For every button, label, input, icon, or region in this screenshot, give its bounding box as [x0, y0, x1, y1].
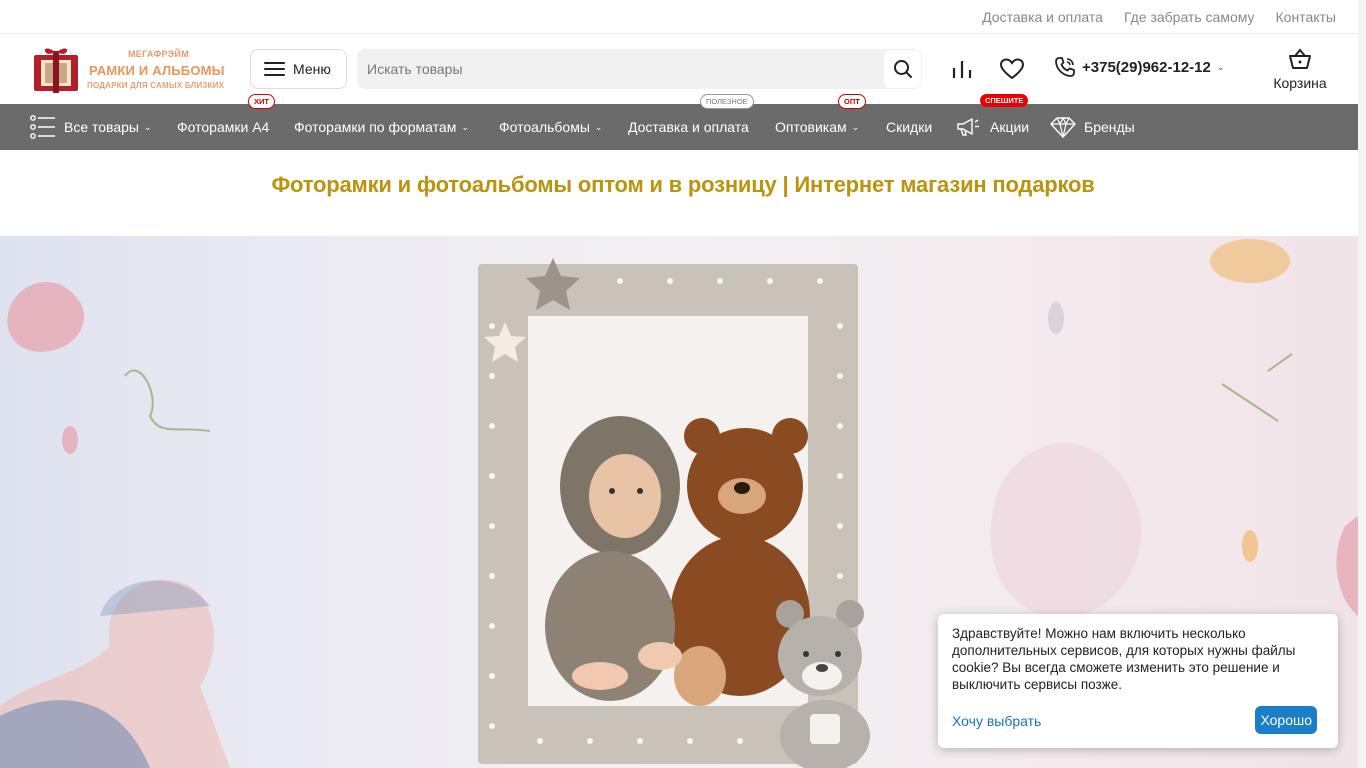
search-bar: [357, 49, 922, 89]
list-icon: [30, 115, 55, 139]
nav-discounts[interactable]: Скидки: [886, 104, 932, 150]
heart-icon: [1000, 58, 1024, 80]
main-nav: Все товары ⌄ ХИТ Фоторамки А4 Фоторамки …: [0, 94, 1366, 150]
chevron-down-icon: ⌄: [594, 121, 603, 132]
cookie-accept-button[interactable]: Хорошо: [1255, 706, 1317, 734]
useful-badge: ПОЛЕЗНОЕ: [700, 94, 754, 109]
chevron-down-icon: ⌄: [1216, 61, 1225, 72]
menu-button-label: Меню: [293, 61, 331, 77]
nav-label: Акции: [990, 119, 1030, 135]
site-header: МЕГАФРЭЙМ РАМКИ И АЛЬБОМЫ ПОДАРКИ ДЛЯ СА…: [0, 34, 1366, 104]
gift-frame-logo-icon: [34, 48, 78, 93]
megaphone-icon: [957, 118, 979, 136]
nav-promotions[interactable]: СПЕШИТЕ Акции: [956, 94, 1030, 150]
chevron-down-icon: ⌄: [143, 121, 152, 132]
nav-label: Скидки: [886, 119, 933, 135]
nav-photo-albums[interactable]: Фотоальбомы ⌄: [499, 104, 602, 150]
chevron-down-icon: ⌄: [851, 121, 860, 132]
nav-label: Фоторамки А4: [177, 119, 270, 135]
diamond-icon: [1050, 116, 1076, 138]
top-links-bar: Доставка и оплата Где забрать самому Кон…: [0, 0, 1366, 34]
nav-brands[interactable]: Бренды: [1050, 104, 1135, 150]
search-input[interactable]: [357, 49, 867, 89]
logo-title: РАМКИ И АЛЬБОМЫ: [89, 63, 225, 78]
page-heading-area: Фоторамки и фотоальбомы оптом и в розниц…: [0, 150, 1366, 236]
search-icon: [893, 60, 912, 78]
wholesale-badge: ОПТ: [838, 94, 866, 109]
nav-frames-by-format[interactable]: Фоторамки по форматам ⌄: [294, 104, 469, 150]
search-button[interactable]: [884, 50, 921, 88]
phone-number: +375(29)962-12-12: [1082, 58, 1211, 76]
nav-label: Бренды: [1084, 119, 1135, 135]
nav-frames-a4[interactable]: ХИТ Фоторамки А4: [177, 94, 275, 150]
nav-label: Доставка и оплата: [628, 119, 749, 135]
compare-button[interactable]: [949, 56, 975, 82]
logo-brand: МЕГАФРЭЙМ: [128, 49, 190, 59]
cookie-message: Здравствуйте! Можно нам включить несколь…: [952, 626, 1296, 692]
hit-badge: ХИТ: [248, 94, 275, 109]
favorites-button[interactable]: [999, 56, 1025, 82]
phone-dropdown[interactable]: +375(29)962-12-12 ⌄: [1054, 56, 1224, 78]
nav-all-products[interactable]: Все товары ⌄: [30, 104, 152, 150]
cart-label: Корзина: [1273, 75, 1327, 91]
logo-tagline: ПОДАРКИ ДЛЯ САМЫХ БЛИЗКИХ: [87, 81, 225, 90]
nav-label: Оптовикам: [775, 119, 847, 135]
top-link-pickup[interactable]: Где забрать самому: [1124, 9, 1255, 25]
basket-icon: [1289, 48, 1311, 69]
cookie-consent-dialog: Здравствуйте! Можно нам включить несколь…: [938, 614, 1338, 748]
menu-button[interactable]: Меню: [250, 49, 347, 89]
compare-chart-icon: [952, 61, 972, 78]
nav-delivery[interactable]: ПОЛЕЗНОЕ Доставка и оплата: [628, 94, 754, 150]
site-logo[interactable]: МЕГАФРЭЙМ РАМКИ И АЛЬБОМЫ ПОДАРКИ ДЛЯ СА…: [30, 43, 230, 95]
chevron-down-icon: ⌄: [461, 121, 469, 132]
top-links: Доставка и оплата Где забрать самому Кон…: [982, 9, 1336, 25]
hamburger-icon: [264, 62, 285, 76]
hurry-badge: СПЕШИТЕ: [980, 94, 1029, 107]
nav-wholesale[interactable]: ОПТ Оптовикам ⌄: [775, 94, 866, 150]
nav-label: Фотоальбомы: [499, 119, 590, 135]
nav-label: Все товары: [64, 119, 139, 135]
cart-button[interactable]: Корзина: [1268, 48, 1332, 91]
nav-label: Фоторамки по форматам: [294, 119, 457, 135]
phone-icon: [1055, 57, 1075, 77]
top-link-delivery[interactable]: Доставка и оплата: [982, 9, 1103, 25]
page-scrollbar[interactable]: [1358, 0, 1366, 768]
cookie-choose-link[interactable]: Хочу выбрать: [952, 713, 1041, 729]
page-title: Фоторамки и фотоальбомы оптом и в розниц…: [271, 172, 1095, 197]
top-link-contacts[interactable]: Контакты: [1276, 9, 1336, 25]
